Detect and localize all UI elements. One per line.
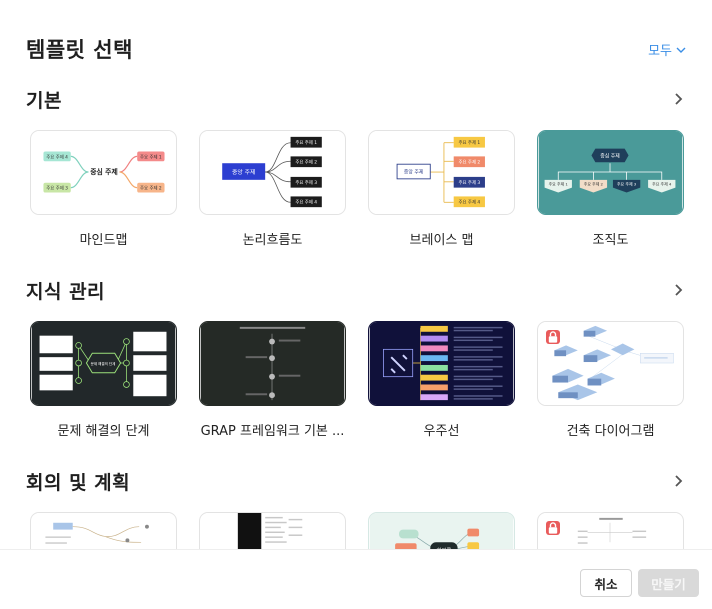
template-label: 조직도 bbox=[592, 233, 629, 248]
template-thumbnail: 중앙 주제 주요 주제 1 주요 주제 2 주요 주제 3 주요 주제 4 bbox=[368, 130, 515, 215]
node-text: 주요 주제 3 bbox=[617, 182, 637, 187]
template-label: 건축 다이어그램 bbox=[566, 424, 655, 439]
center-topic: 중심 주제 bbox=[600, 152, 620, 159]
template-card-brace-map[interactable]: 중앙 주제 주요 주제 1 주요 주제 2 주요 주제 3 주요 주제 4 브레… bbox=[368, 130, 515, 248]
node-text: 주요 주제 4 bbox=[458, 199, 480, 206]
chevron-down-icon bbox=[676, 47, 686, 53]
node-text: 주요 주제 3 bbox=[295, 179, 317, 186]
node-text: 주요 주제 3 bbox=[458, 179, 480, 186]
node-text: 주요 주제 4 bbox=[295, 199, 317, 206]
node-text: 주요 주제 2 bbox=[140, 185, 162, 192]
template-card-logic-flow[interactable]: 중앙 주제 주요 주제 1 주요 주제 2 주요 주제 3 주요 주제 4 논리… bbox=[199, 130, 346, 248]
node-text: 주요 주제 2 bbox=[584, 182, 604, 187]
template-thumbnail: 중앙 주제 주요 주제 1 주요 주제 2 주요 주제 3 주요 주제 4 bbox=[199, 130, 346, 215]
template-label: 문제 해결의 단계 bbox=[57, 424, 150, 439]
dialog-footer: 취소 만들기 bbox=[0, 549, 712, 609]
lock-icon bbox=[546, 521, 560, 535]
center-topic: 중심 주제 bbox=[90, 167, 118, 176]
section-title-meeting: 회의 및 계획 bbox=[26, 472, 131, 494]
section-title-knowledge: 지식 관리 bbox=[26, 281, 106, 303]
template-thumbnail: 중심 주제 주요 주제 1 주요 주제 2 주요 주제 3 주요 주제 4 bbox=[537, 130, 684, 215]
template-thumbnail bbox=[199, 321, 346, 406]
node-text: 주요 주제 4 bbox=[652, 182, 672, 187]
template-card-problem-solving[interactable]: 문제 해결의 단계 문제 해결의 단계 bbox=[30, 321, 177, 439]
template-thumbnail bbox=[537, 321, 684, 406]
node-text: 주요 주제 2 bbox=[295, 159, 317, 166]
template-label: 마인드맵 bbox=[79, 233, 128, 248]
template-label: 우주선 bbox=[423, 424, 460, 439]
template-label: 브레이스 맵 bbox=[409, 233, 474, 248]
center-topic: 문제 해결의 단계 bbox=[91, 361, 116, 366]
center-topic: 중앙 주제 bbox=[404, 168, 424, 175]
center-topic: 중앙 주제 bbox=[232, 168, 255, 176]
template-thumbnail: 주요 주제 4 주요 주제 1 주요 주제 3 주요 주제 2 중심 주제 bbox=[30, 130, 177, 215]
section-title-basic: 기본 bbox=[26, 90, 62, 112]
node-text: 주요 주제 1 bbox=[295, 139, 317, 146]
node-text: 주요 주제 2 bbox=[458, 159, 480, 166]
lock-icon bbox=[546, 330, 560, 344]
template-card-architecture[interactable]: 건축 다이어그램 bbox=[537, 321, 684, 439]
template-card-mindmap[interactable]: 주요 주제 4 주요 주제 1 주요 주제 3 주요 주제 2 중심 주제 마인… bbox=[30, 130, 177, 248]
template-thumbnail bbox=[368, 321, 515, 406]
template-label: 논리흐름도 bbox=[242, 233, 303, 248]
template-card-org-chart[interactable]: 중심 주제 주요 주제 1 주요 주제 2 주요 주제 3 주요 주제 4 조직… bbox=[537, 130, 684, 248]
filter-dropdown[interactable]: 모두 bbox=[648, 40, 686, 59]
node-text: 주요 주제 3 bbox=[46, 185, 68, 192]
node-text: 주요 주제 1 bbox=[140, 153, 162, 160]
create-button[interactable]: 만들기 bbox=[638, 569, 699, 597]
node-text: 주요 주제 1 bbox=[549, 182, 569, 187]
chevron-right-icon[interactable] bbox=[672, 283, 686, 297]
chevron-right-icon[interactable] bbox=[672, 474, 686, 488]
chevron-right-icon[interactable] bbox=[672, 92, 686, 106]
template-thumbnail: 문제 해결의 단계 bbox=[30, 321, 177, 406]
dialog-title: 템플릿 선택 bbox=[26, 38, 133, 62]
node-text: 주요 주제 1 bbox=[458, 139, 480, 146]
cancel-button[interactable]: 취소 bbox=[580, 569, 632, 597]
node-text: 주요 주제 4 bbox=[46, 153, 68, 160]
filter-label: 모두 bbox=[648, 44, 672, 59]
template-card-spaceship[interactable]: 우주선 bbox=[368, 321, 515, 439]
template-label: GRAP 프레임워크 기본 ... bbox=[200, 424, 345, 439]
template-card-grap-framework[interactable]: GRAP 프레임워크 기본 ... bbox=[199, 321, 346, 439]
